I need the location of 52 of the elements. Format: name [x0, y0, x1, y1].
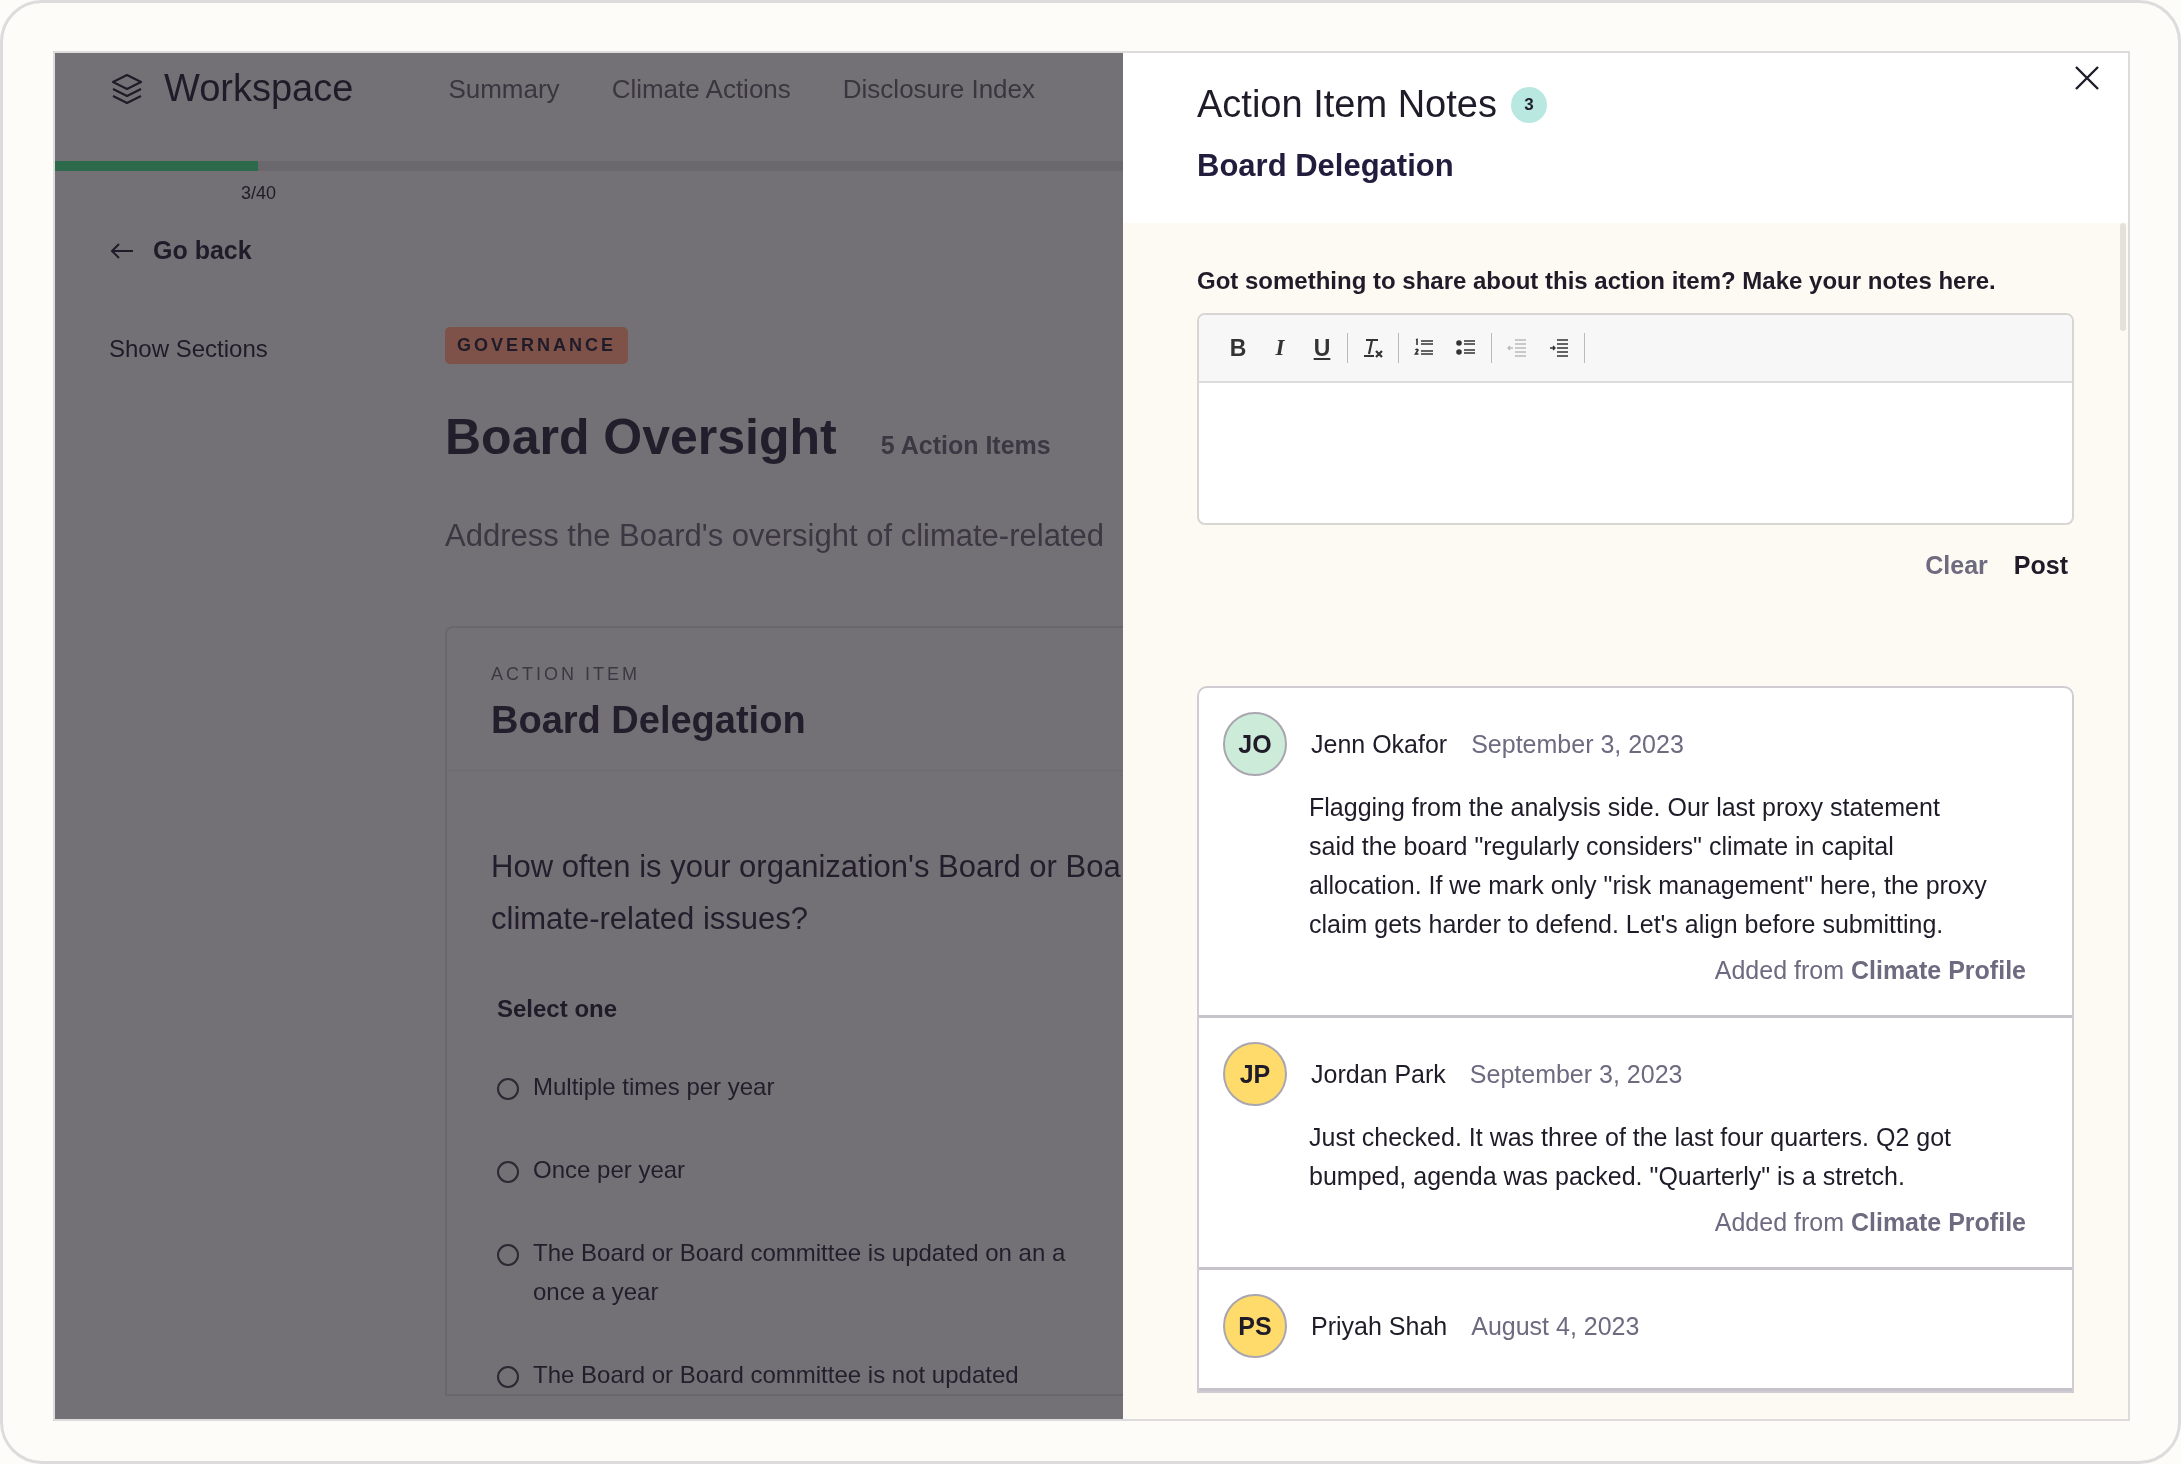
rich-text-editor[interactable]: B I U [1197, 313, 2074, 525]
radio-button[interactable] [497, 1244, 519, 1266]
comment-source: Added from Climate Profile [1714, 956, 2026, 985]
comment-text: Just checked. It was three of the last four quarters. Q2 got bumped, agenda was packed. "Quarterly" is a stretch. [1309, 1122, 1952, 1192]
author-name: Jordan Park [1311, 1059, 1446, 1089]
author-name: Jenn Okafor [1311, 729, 1448, 759]
show-sections-link[interactable]: Show Sections [109, 335, 268, 362]
scrollbar-thumb[interactable] [2120, 223, 2126, 331]
comment-text: Flagging from the analysis side. Our last proxy statement said the board "regularly considers" climate in capital allocation. If we mark only "risk management" here, the proxy claim gets harder to defend. Let's align before submitting. [1309, 792, 1988, 940]
author-name: Priyah Shah [1311, 1311, 1448, 1341]
outdent-icon [1507, 338, 1527, 358]
clear-format-icon [1362, 337, 1384, 359]
radio-button[interactable] [497, 1366, 519, 1388]
option-label: The Board or Board committee is updated on an a once a year [533, 1238, 1066, 1307]
progress-label: 3/40 [241, 183, 277, 203]
section-description: Address the Board's oversight of climate-related [445, 518, 1105, 554]
post-button[interactable]: Post [2013, 551, 2068, 580]
underline-button[interactable]: U [1305, 331, 1339, 365]
card-eyebrow: ACTION ITEM [491, 664, 641, 685]
clear-button[interactable]: Clear [1925, 551, 1988, 580]
drawer-title: Action Item Notes [1197, 83, 1497, 126]
comment-date: September 3, 2023 [1469, 1059, 1683, 1089]
app-name: Workspace [164, 67, 354, 110]
action-count: 5 Action Items [880, 431, 1051, 460]
drawer-subtitle: Board Delegation [1197, 148, 1455, 184]
close-icon[interactable] [2074, 65, 2100, 91]
comment-date: September 3, 2023 [1471, 729, 1684, 759]
back-link[interactable]: Go back [55, 236, 252, 265]
bulleted-list-icon [1456, 338, 1476, 358]
comment-date: August 4, 2023 [1471, 1311, 1640, 1341]
radio-button[interactable] [497, 1161, 519, 1183]
numbered-list-icon [1414, 338, 1434, 358]
avatar: PS [1223, 1294, 1287, 1358]
card-title: Board Delegation [491, 699, 807, 742]
bold-button[interactable]: B [1221, 331, 1255, 365]
italic-button[interactable]: I [1263, 331, 1297, 365]
avatar: JO [1223, 712, 1287, 776]
count-badge: 3 [1510, 86, 1547, 123]
arrow-left-icon [109, 240, 135, 261]
select-prompt: Select one [497, 995, 619, 1023]
indent-icon [1549, 338, 1569, 358]
option-label: The Board or Board committee is not updated [533, 1360, 1019, 1390]
option-label: Multiple times per year [533, 1072, 775, 1102]
radio-button[interactable] [497, 1078, 519, 1100]
section-tag: GOVERNANCE [445, 327, 628, 364]
section-title: Board Oversight [445, 408, 837, 466]
question-text: How often is your organization's Board or Boa climate-related issues? [491, 848, 1122, 938]
layers-icon [110, 71, 144, 106]
comment-source: Added from Climate Profile [1714, 1208, 2026, 1237]
notes-prompt: Got something to share about this action item? Make your notes here. [1197, 267, 1997, 295]
option-label: Once per year [533, 1155, 686, 1185]
avatar: JP [1223, 1042, 1287, 1106]
